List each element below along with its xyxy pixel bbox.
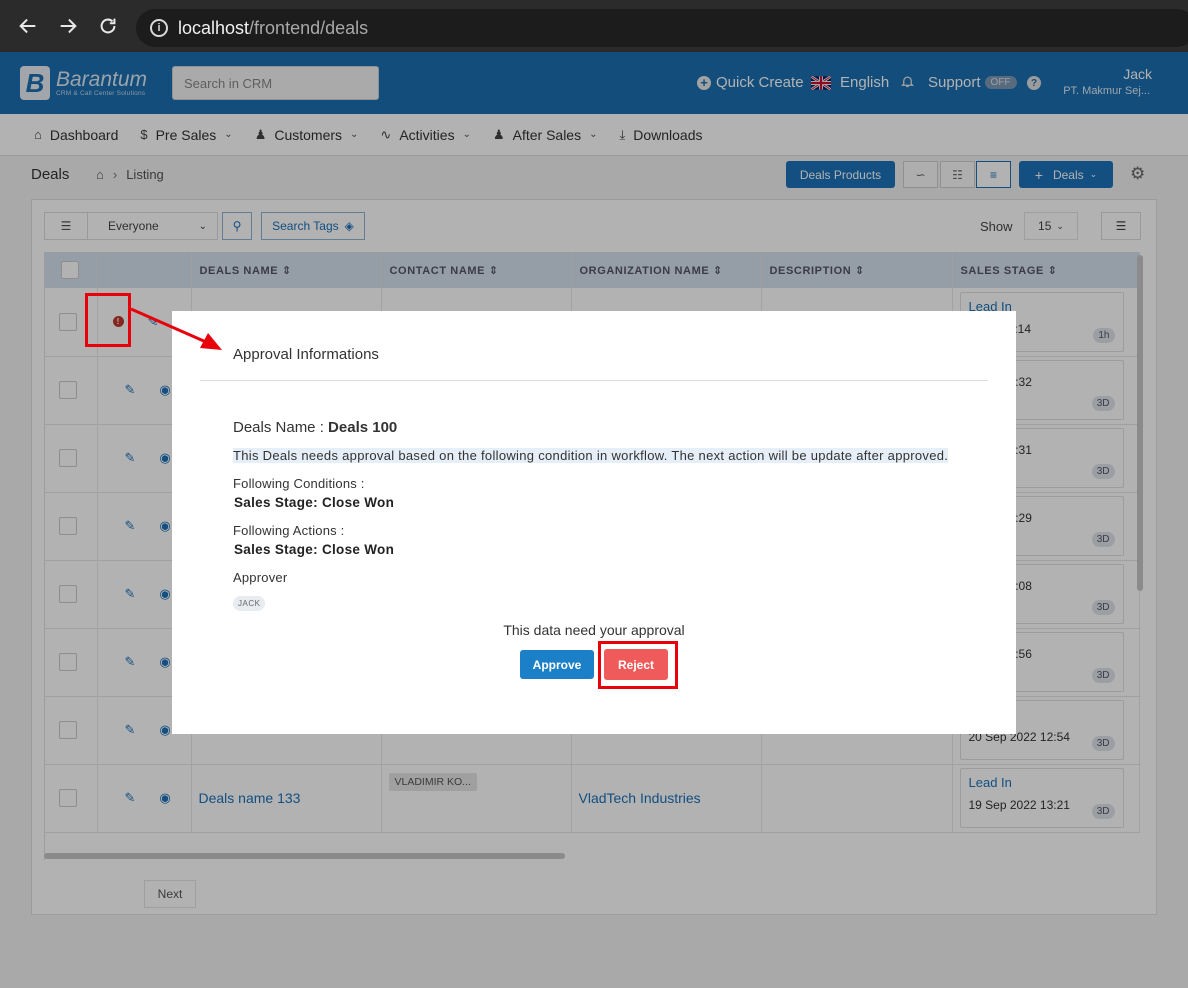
conditions-label: Following Conditions : bbox=[233, 476, 365, 491]
url-path: /frontend/deals bbox=[249, 17, 369, 38]
approve-button[interactable]: Approve bbox=[520, 650, 594, 679]
deal-name-row: Deals Name : Deals 100 bbox=[233, 419, 398, 436]
address-bar[interactable]: i localhost/frontend/deals bbox=[136, 9, 1188, 47]
back-icon[interactable] bbox=[8, 6, 48, 46]
annotation-box-reject bbox=[598, 641, 678, 689]
site-info-icon[interactable]: i bbox=[150, 19, 168, 37]
approver-chip: JACK bbox=[233, 596, 266, 611]
conditions-value: Sales Stage: Close Won bbox=[234, 495, 395, 510]
approver-label: Approver bbox=[233, 570, 288, 585]
annotation-box-info bbox=[85, 293, 131, 347]
actions-value: Sales Stage: Close Won bbox=[234, 542, 395, 557]
approval-modal: Approval Informations Deals Name : Deals… bbox=[172, 311, 1016, 734]
modal-divider bbox=[200, 380, 988, 381]
browser-toolbar: i localhost/frontend/deals bbox=[0, 0, 1188, 52]
need-approval-text: This data need your approval bbox=[503, 622, 685, 638]
forward-icon[interactable] bbox=[48, 6, 88, 46]
modal-title: Approval Informations bbox=[233, 346, 379, 363]
deal-name-value: Deals 100 bbox=[328, 419, 398, 436]
actions-label: Following Actions : bbox=[233, 523, 345, 538]
deal-name-label: Deals Name bbox=[233, 419, 316, 436]
url-host: localhost bbox=[178, 17, 250, 38]
reload-icon[interactable] bbox=[88, 6, 128, 46]
approval-notice: This Deals needs approval based on the f… bbox=[233, 448, 949, 463]
